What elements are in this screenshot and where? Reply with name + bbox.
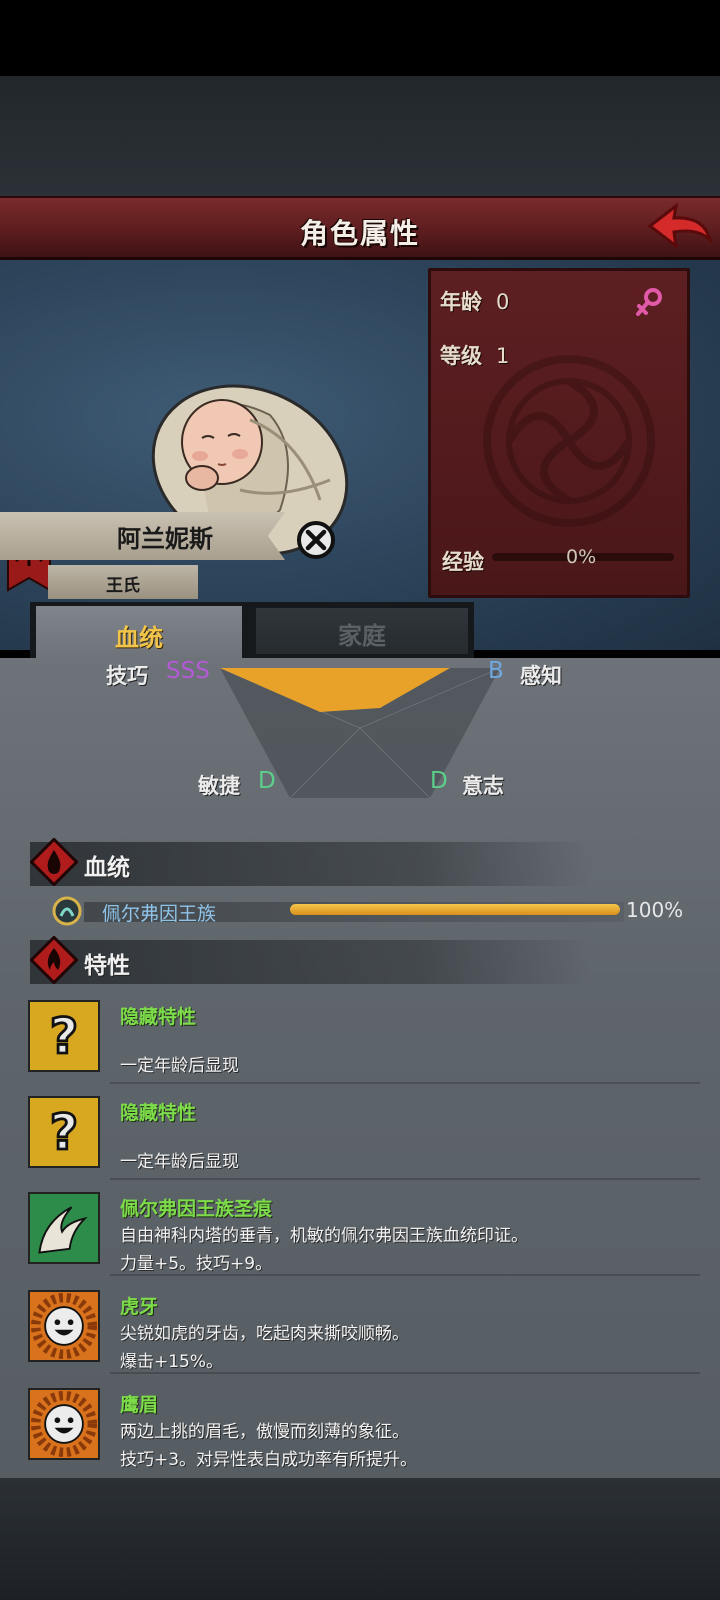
attr-agility-label: 敏捷 xyxy=(198,774,240,798)
attr-will-grade: D xyxy=(430,768,448,794)
level-row: 等级 1 xyxy=(440,340,509,370)
back-arrow-icon xyxy=(647,202,713,250)
female-symbol-icon xyxy=(634,286,664,318)
top-background xyxy=(0,76,720,196)
trait-name: 鹰眉 xyxy=(120,1394,159,1416)
trait-desc: 一定年龄后显现 xyxy=(120,1152,239,1172)
exp-percent: 0% xyxy=(566,546,597,568)
question-mark-icon: ? xyxy=(28,1000,100,1072)
svg-text:?: ? xyxy=(50,1103,79,1161)
blood-drop-icon xyxy=(30,838,78,886)
trait-effect: 爆击+15%。 xyxy=(120,1352,224,1372)
tab-bloodline[interactable]: 血统 xyxy=(36,606,242,662)
level-label: 等级 xyxy=(440,344,482,368)
exp-label: 经验 xyxy=(442,550,484,574)
celtic-knot-icon xyxy=(483,355,655,527)
bottom-background xyxy=(0,1478,720,1600)
question-mark-icon: ? xyxy=(28,1096,100,1168)
smiling-sun-icon xyxy=(28,1290,100,1362)
character-name: 阿兰妮斯 xyxy=(117,525,213,553)
attr-perception-grade: B xyxy=(488,658,504,684)
bloodline-name: 佩尔弗因王族 xyxy=(102,903,217,925)
svg-text:?: ? xyxy=(50,1007,79,1065)
trait-effect: 技巧+3。对异性表白成功率有所提升。 xyxy=(120,1450,418,1470)
trait-name: 隐藏特性 xyxy=(120,1006,197,1028)
trait-row[interactable] xyxy=(0,988,720,1084)
age-label: 年龄 xyxy=(440,290,482,314)
close-icon xyxy=(297,521,335,559)
family-name: 王氏 xyxy=(106,576,140,596)
page-title: 角色属性 xyxy=(299,217,420,250)
trait-name: 佩尔弗因王族圣痕 xyxy=(120,1198,273,1220)
tab-bloodline-label: 血统 xyxy=(115,624,163,652)
flame-icon xyxy=(30,936,78,984)
trait-row[interactable] xyxy=(0,1084,720,1180)
trait-desc: 两边上挑的眉毛，傲慢而刻薄的象征。 xyxy=(120,1422,409,1442)
status-bar xyxy=(0,0,720,76)
attr-agility-grade: D xyxy=(258,768,276,794)
close-button[interactable] xyxy=(296,520,336,560)
age-value: 0 xyxy=(496,290,510,314)
attr-skill-label: 技巧 xyxy=(106,664,148,688)
level-value: 1 xyxy=(496,344,510,368)
royal-crest-icon xyxy=(52,896,82,926)
back-button[interactable] xyxy=(646,200,714,252)
attr-perception-label: 感知 xyxy=(520,664,562,688)
bloodline-section-title: 血统 xyxy=(84,855,130,881)
trait-name: 虎牙 xyxy=(120,1296,159,1318)
trait-desc: 尖锐如虎的牙齿，吃起肉来撕咬顺畅。 xyxy=(120,1324,409,1344)
tab-family-label: 家庭 xyxy=(338,622,386,650)
trait-name: 隐藏特性 xyxy=(120,1102,197,1124)
trait-effect: 力量+5。技巧+9。 xyxy=(120,1254,273,1274)
bloodline-progress-bar xyxy=(290,904,620,915)
attr-skill-grade: SSS xyxy=(166,658,210,684)
bloodline-percent: 100% xyxy=(626,898,684,922)
title-banner: 角色属性 xyxy=(0,196,720,260)
tab-family[interactable]: 家庭 xyxy=(256,608,468,654)
attr-will-label: 意志 xyxy=(462,774,504,798)
traits-section-title: 特性 xyxy=(84,953,130,979)
trait-desc: 自由神科内塔的垂青，机敏的佩尔弗因王族血统印证。 xyxy=(120,1226,528,1246)
trait-desc: 一定年龄后显现 xyxy=(120,1056,239,1076)
feather-wave-icon xyxy=(28,1192,100,1264)
smiling-sun-icon xyxy=(28,1388,100,1460)
age-row: 年龄 0 xyxy=(440,286,509,316)
